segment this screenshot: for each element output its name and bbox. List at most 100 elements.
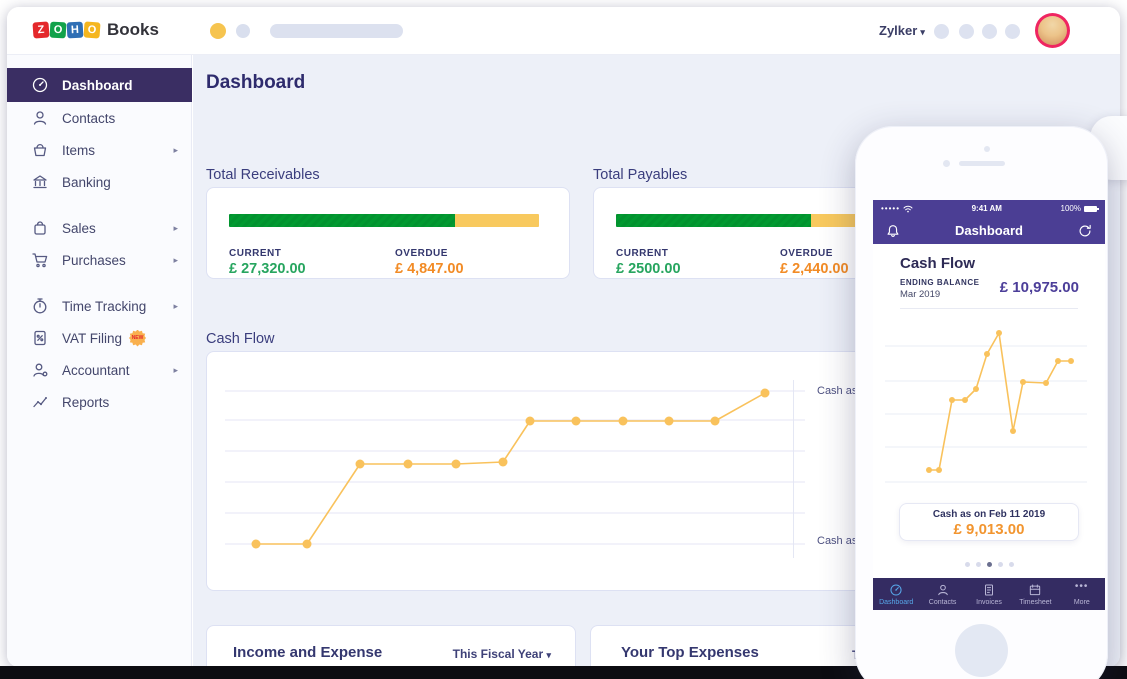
sidebar-item-dashboard[interactable]: Dashboard (7, 68, 192, 102)
user-avatar[interactable] (1035, 13, 1070, 48)
chevron-right-icon: ▸ (173, 364, 178, 375)
phone-cashflow-chart (885, 330, 1087, 483)
phone-mockup: ••••• 9:41 AM 100% Dashboard Cash Flow E… (855, 126, 1108, 679)
person-icon (936, 583, 950, 597)
sidebar-item-vat-filing[interactable]: VAT Filing NEW (7, 322, 192, 354)
phone-navbar: Dashboard (873, 217, 1105, 244)
divider (900, 308, 1078, 309)
dot-active (986, 562, 992, 567)
carousel-dots[interactable] (873, 562, 1105, 567)
chevron-right-icon: ▸ (173, 222, 178, 233)
dot (964, 562, 970, 567)
accountant-icon (31, 361, 49, 379)
bell-icon[interactable] (885, 223, 901, 239)
phone-tab-label: Dashboard (879, 598, 914, 606)
header-icon-button[interactable] (1005, 24, 1020, 39)
ending-balance-label: ENDING BALANCE (900, 278, 980, 287)
chevron-right-icon: ▸ (173, 300, 178, 311)
top-expenses-title: Your Top Expenses (621, 644, 759, 661)
top-header: ZOHO Books Zylker ▾ (7, 7, 1120, 55)
sidebar-item-purchases[interactable]: Purchases ▸ (7, 244, 192, 276)
cash-as-on-card: Cash as on Feb 11 2019 £ 9,013.00 (899, 503, 1079, 541)
overdue-label: OVERDUE (395, 248, 448, 259)
sidebar-item-label: Accountant (62, 362, 130, 378)
phone-tab-contacts[interactable]: Contacts (919, 578, 965, 610)
page-title: Dashboard (206, 72, 306, 93)
sidebar-item-label: Time Tracking (62, 298, 147, 314)
phone-tab-label: Contacts (928, 598, 957, 606)
payables-card: CURRENT £ 2500.00 OVERDUE £ 2,440.00 (593, 187, 883, 279)
payables-current-bar (616, 214, 811, 227)
sidebar-item-contacts[interactable]: Contacts (7, 102, 192, 134)
overdue-amount: £ 4,847.00 (395, 261, 464, 277)
phone-home-button[interactable] (955, 624, 1008, 677)
phone-front-camera (943, 160, 950, 167)
person-icon (31, 109, 49, 127)
calendar-icon (1028, 583, 1042, 597)
current-label: CURRENT (229, 248, 282, 259)
sidebar-item-label: VAT Filing (62, 330, 123, 346)
bank-icon (31, 173, 49, 191)
carrier-signal-dots: ••••• (881, 204, 901, 213)
cashflow-section-title: Cash Flow (206, 331, 275, 347)
top-expenses-card: Your Top Expenses T Automobile E (590, 625, 875, 667)
income-expense-card: Income and Expense This Fiscal Year ▾ (206, 625, 576, 667)
phone-tab-label: More (1073, 598, 1090, 606)
org-name: Zylker (879, 23, 918, 38)
sidebar-item-items[interactable]: Items ▸ (7, 134, 192, 166)
sidebar-item-label: Purchases (62, 252, 126, 268)
wifi-icon (903, 205, 913, 213)
gauge-icon (889, 583, 903, 597)
header-icon-button[interactable] (959, 24, 974, 39)
phone-speaker (959, 161, 1005, 166)
dot (975, 562, 981, 567)
phone-tab-invoices[interactable]: Invoices (966, 578, 1012, 610)
status-time: 9:41 AM (971, 204, 1002, 213)
phone-tab-timesheet[interactable]: Timesheet (1012, 578, 1058, 610)
sidebar-item-accountant[interactable]: Accountant ▸ (7, 354, 192, 386)
gray-dot (236, 24, 250, 38)
current-amount: £ 27,320.00 (229, 261, 306, 277)
sidebar-nav: Dashboard Contacts Items ▸ Banking Sales ▸ Purc… (7, 55, 192, 667)
ending-balance-value: £ 10,975.00 (999, 279, 1079, 296)
header-icon-button[interactable] (982, 24, 997, 39)
sidebar-item-reports[interactable]: Reports (7, 386, 192, 418)
sidebar-item-banking[interactable]: Banking (7, 166, 192, 198)
phone-tab-dashboard[interactable]: Dashboard (873, 578, 919, 610)
cash-as-on-value: £ 9,013.00 (953, 521, 1025, 538)
basket-icon (31, 141, 49, 159)
sidebar-item-time-tracking[interactable]: Time Tracking ▸ (7, 290, 192, 322)
receivables-current-bar (229, 214, 456, 227)
phone-tab-more[interactable]: ••• More (1059, 578, 1105, 610)
header-icon-button[interactable] (934, 24, 949, 39)
ending-balance-period: Mar 2019 (900, 289, 941, 300)
logo-letter-tile: O (83, 21, 101, 39)
battery-icon (1084, 205, 1099, 212)
yellow-dot (210, 23, 226, 39)
phone-page-title: Dashboard (955, 223, 1023, 238)
logo-product-name: Books (107, 20, 159, 39)
avatar-photo (1038, 16, 1067, 45)
phone-statusbar: ••••• 9:41 AM 100% (873, 200, 1105, 217)
chevron-right-icon: ▸ (173, 254, 178, 265)
battery-percent: 100% (1060, 204, 1081, 213)
sidebar-list: Dashboard Contacts Items ▸ Banking Sales ▸ Purc… (7, 68, 192, 418)
current-label: CURRENT (616, 248, 669, 259)
timer-icon (31, 297, 49, 315)
bag-icon (31, 219, 49, 237)
sidebar-item-label: Items (62, 142, 96, 158)
search-bar[interactable] (270, 24, 403, 38)
cashflow-card: Cash as o Cash as o (206, 351, 866, 591)
overdue-amount: £ 2,440.00 (780, 261, 849, 277)
logo-letter-tile: O (49, 21, 67, 39)
receivables-overdue-bar (455, 214, 539, 227)
logo-letter-tile: H (66, 21, 84, 39)
org-menu[interactable]: Zylker ▾ (879, 23, 925, 38)
refresh-icon[interactable] (1077, 223, 1093, 239)
zoho-books-logo[interactable]: ZOHO Books (32, 20, 159, 40)
sidebar-item-label: Reports (62, 394, 110, 410)
sidebar-item-sales[interactable]: Sales ▸ (7, 212, 192, 244)
phone-tab-label: Invoices (976, 598, 1002, 606)
cashflow-divider (793, 380, 794, 558)
phone-cashflow-title: Cash Flow (900, 255, 976, 272)
